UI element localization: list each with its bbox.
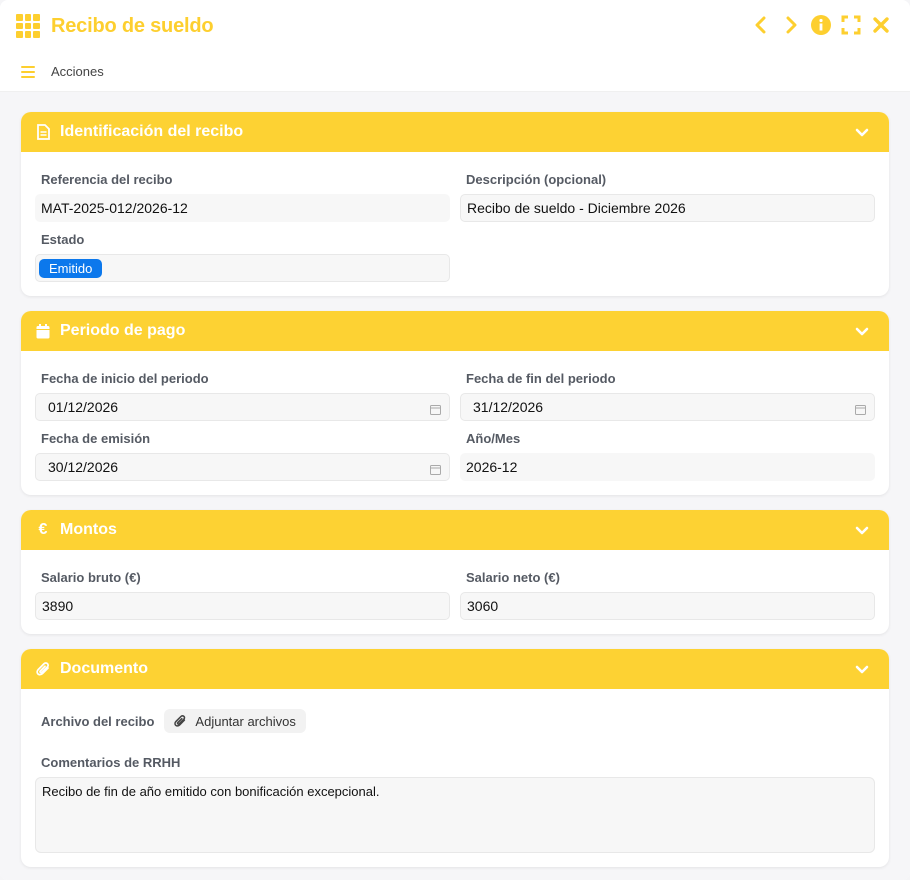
field-label: Fecha de fin del periodo — [466, 371, 616, 386]
euro-icon: € — [38, 521, 48, 538]
field-label: Fecha de inicio del periodo — [41, 371, 209, 386]
info-icon[interactable] — [810, 14, 832, 36]
title-bar: Recibo de sueldo — [0, 0, 910, 52]
section-header-periodo[interactable]: Periodo de pago — [21, 311, 889, 351]
section-body: Fecha de inicio del periodo 01/12/2026 F… — [21, 351, 889, 495]
paperclip-icon — [174, 715, 186, 727]
section-title: Documento — [60, 660, 148, 677]
actions-menu[interactable]: Acciones — [51, 64, 104, 79]
apps-grid-icon[interactable] — [16, 14, 40, 38]
status-badge: Emitido — [39, 258, 103, 278]
chevron-down-icon[interactable] — [855, 523, 869, 541]
comentarios-textarea[interactable]: Recibo de fin de año emitido con bonific… — [35, 777, 875, 853]
fullscreen-icon[interactable] — [840, 14, 862, 36]
fecha-fin-input[interactable]: 31/12/2026 — [460, 393, 875, 421]
form-window: Recibo de sueldo Acciones Identificación… — [0, 0, 910, 880]
chevron-left-icon[interactable] — [750, 14, 772, 36]
field-label: Referencia del recibo — [41, 172, 173, 187]
section-montos: € Montos Salario bruto (€) 3890 Salario … — [21, 510, 889, 634]
field-label: Comentarios de RRHH — [41, 755, 181, 770]
anio-mes-field: 2026-12 — [460, 453, 875, 481]
field-label: Salario neto (€) — [466, 570, 560, 585]
chevron-right-icon[interactable] — [780, 14, 802, 36]
chevron-down-icon[interactable] — [855, 324, 869, 342]
attach-files-button[interactable]: Adjuntar archivos — [164, 709, 306, 733]
section-periodo: Periodo de pago Fecha de inicio del peri… — [21, 311, 889, 495]
section-title: Periodo de pago — [60, 322, 186, 339]
field-label: Archivo del recibo — [41, 713, 155, 729]
salario-neto-input[interactable]: 3060 — [460, 592, 875, 620]
field-label: Descripción (opcional) — [466, 172, 607, 187]
fecha-inicio-input[interactable]: 01/12/2026 — [35, 393, 450, 421]
section-body: Referencia del recibo MAT-2025-012/2026-… — [21, 152, 889, 296]
section-title: Montos — [60, 521, 117, 538]
field-label: Salario bruto (€) — [41, 570, 141, 585]
salario-bruto-input[interactable]: 3890 — [35, 592, 450, 620]
field-label: Estado — [41, 232, 85, 247]
section-documento: Documento Archivo del recibo Adjuntar ar… — [21, 649, 889, 867]
document-icon — [35, 124, 51, 140]
calendar-icon — [35, 323, 51, 339]
date-value: 30/12/2026 — [48, 459, 119, 475]
field-label: Fecha de emisión — [41, 431, 151, 446]
estado-field[interactable]: Emitido — [35, 254, 450, 282]
fecha-emision-input[interactable]: 30/12/2026 — [35, 453, 450, 481]
section-header-montos[interactable]: € Montos — [21, 510, 889, 550]
attach-label: Adjuntar archivos — [195, 713, 296, 729]
chevron-down-icon[interactable] — [855, 125, 869, 143]
section-title: Identificación del recibo — [60, 123, 244, 140]
chevron-down-icon[interactable] — [855, 662, 869, 680]
section-header-documento[interactable]: Documento — [21, 649, 889, 689]
section-body: Salario bruto (€) 3890 Salario neto (€) … — [21, 550, 889, 634]
form-content: Identificación del recibo Referencia del… — [0, 92, 910, 880]
paperclip-icon — [35, 661, 51, 677]
window-title: Recibo de sueldo — [51, 14, 214, 37]
descripcion-field[interactable]: Recibo de sueldo - Diciembre 2026 — [460, 194, 875, 222]
calendar-icon[interactable] — [430, 462, 441, 478]
calendar-icon[interactable] — [430, 402, 441, 418]
section-body: Archivo del recibo Adjuntar archivos Com… — [21, 689, 889, 867]
window-controls — [750, 14, 892, 36]
date-value: 01/12/2026 — [48, 399, 119, 415]
hamburger-icon[interactable] — [21, 65, 35, 78]
action-bar: Acciones — [0, 52, 910, 92]
date-value: 31/12/2026 — [473, 399, 544, 415]
field-label: Año/Mes — [466, 431, 521, 446]
section-header-identificacion[interactable]: Identificación del recibo — [21, 112, 889, 152]
section-identificacion: Identificación del recibo Referencia del… — [21, 112, 889, 296]
close-icon[interactable] — [870, 14, 892, 36]
calendar-icon[interactable] — [855, 402, 866, 418]
referencia-field[interactable]: MAT-2025-012/2026-12 — [35, 194, 450, 222]
archivo-row: Archivo del recibo Adjuntar archivos — [41, 709, 875, 733]
